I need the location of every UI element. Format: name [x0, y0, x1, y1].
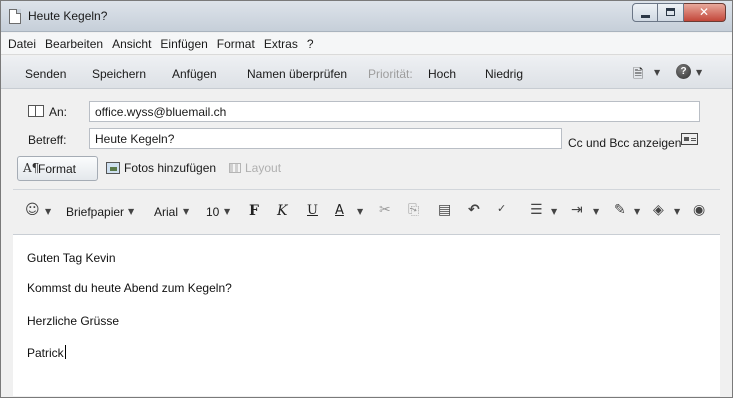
format-icon: A¶ [23, 161, 40, 175]
body-line: Herzliche Grüsse [27, 314, 120, 328]
priority-high-button[interactable]: Hoch [428, 67, 456, 81]
menu-ansicht[interactable]: Ansicht [110, 37, 158, 51]
minimize-button[interactable] [632, 3, 658, 22]
menu-bearbeiten[interactable]: Bearbeiten [43, 37, 110, 51]
layout-button: Layout [245, 161, 282, 175]
font-size-dropdown[interactable]: 10 [206, 205, 219, 219]
undo-icon[interactable]: ↶ [468, 202, 480, 218]
web-link-icon[interactable]: ◉ [693, 202, 705, 218]
chevron-down-icon[interactable]: ▼ [551, 207, 557, 216]
window-controls: ✕ [632, 3, 726, 22]
close-button[interactable]: ✕ [684, 3, 726, 22]
save-button[interactable]: Speichern [92, 67, 146, 81]
subject-field[interactable]: Heute Kegeln? [89, 128, 562, 149]
action-toolbar: Senden Speichern Anfügen Namen überprüfe… [1, 56, 732, 89]
body-line: Patrick [27, 345, 66, 360]
to-label: An: [49, 105, 68, 119]
menu-help[interactable]: ? [305, 37, 321, 51]
to-field[interactable]: office.wyss@bluemail.ch [89, 101, 700, 122]
encrypt-icon[interactable]: 🗎 [633, 65, 643, 87]
chevron-down-icon[interactable]: ▼ [634, 207, 640, 216]
menu-format[interactable]: Format [215, 37, 262, 51]
spellcheck-icon[interactable]: ✓ [497, 202, 506, 215]
chevron-down-icon[interactable]: ▼ [696, 68, 702, 77]
check-names-button[interactable]: Namen überprüfen [247, 67, 347, 81]
contact-card-icon[interactable] [681, 133, 698, 145]
add-photos-button[interactable]: Fotos hinzufügen [124, 161, 216, 175]
maximize-icon [666, 8, 675, 16]
chevron-down-icon[interactable]: ▼ [357, 207, 363, 216]
priority-label: Priorität: [368, 67, 413, 81]
highlighter-icon[interactable]: ✎ [614, 202, 626, 218]
minimize-icon [641, 15, 650, 18]
attach-button[interactable]: Anfügen [172, 67, 217, 81]
bullet-list-icon[interactable]: ☰ [530, 202, 543, 218]
address-book-icon[interactable] [28, 105, 44, 117]
chevron-down-icon[interactable]: ▼ [183, 207, 189, 216]
title-bar: Heute Kegeln? ✕ [1, 1, 732, 32]
bold-button[interactable]: F [249, 203, 259, 219]
body-line: Kommst du heute Abend zum Kegeln? [27, 281, 232, 295]
compose-window: Heute Kegeln? ✕ Datei Bearbeiten Ansicht… [0, 0, 733, 398]
window-title: Heute Kegeln? [28, 9, 108, 23]
menu-bar: Datei Bearbeiten Ansicht Einfügen Format… [1, 33, 732, 55]
chevron-down-icon[interactable]: ▼ [45, 207, 51, 216]
fill-bucket-icon[interactable]: ◈ [653, 202, 664, 218]
send-button[interactable]: Senden [25, 67, 66, 81]
priority-low-button[interactable]: Niedrig [485, 67, 523, 81]
subject-label: Betreff: [28, 133, 67, 147]
indent-icon[interactable]: ⇥ [571, 202, 583, 218]
stationery-dropdown[interactable]: Briefpapier [66, 205, 124, 219]
document-icon [9, 9, 21, 24]
maximize-button[interactable] [658, 3, 684, 22]
font-dropdown[interactable]: Arial [154, 205, 178, 219]
chevron-down-icon[interactable]: ▼ [224, 207, 230, 216]
format-label: Format [38, 162, 77, 176]
copy-icon[interactable]: ⎘ [408, 202, 419, 218]
photos-icon [106, 162, 120, 174]
body-line: Guten Tag Kevin [27, 251, 116, 265]
help-icon[interactable]: ? [676, 64, 691, 79]
font-color-button[interactable]: A [335, 203, 344, 218]
menu-extras[interactable]: Extras [262, 37, 305, 51]
clipboard-icon[interactable]: ▤ [438, 202, 451, 218]
close-icon: ✕ [698, 5, 710, 19]
body-line-text: Patrick [27, 346, 64, 360]
chevron-down-icon[interactable]: ▼ [654, 68, 660, 77]
underline-button[interactable]: U [307, 203, 318, 218]
menu-datei[interactable]: Datei [6, 37, 43, 51]
chevron-down-icon[interactable]: ▼ [674, 207, 680, 216]
scissors-icon[interactable]: ✂ [379, 202, 391, 218]
message-body[interactable]: Guten Tag Kevin Kommst du heute Abend zu… [13, 234, 720, 396]
divider [13, 189, 720, 190]
chevron-down-icon[interactable]: ▼ [593, 207, 599, 216]
emoji-face-icon[interactable]: ☺ [25, 202, 40, 218]
layout-icon [229, 163, 241, 173]
show-cc-bcc-link[interactable]: Cc und Bcc anzeigen [568, 136, 681, 150]
text-caret [64, 345, 66, 359]
italic-button[interactable]: K [277, 203, 287, 219]
menu-einfuegen[interactable]: Einfügen [158, 37, 214, 51]
chevron-down-icon[interactable]: ▼ [128, 207, 134, 216]
format-button[interactable]: A¶ Format [17, 156, 98, 181]
